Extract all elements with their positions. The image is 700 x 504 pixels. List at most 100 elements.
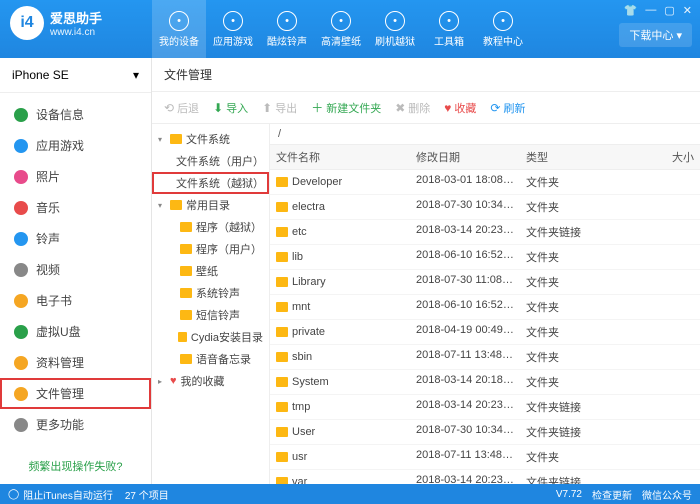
nav-item[interactable]: •应用游戏: [206, 0, 260, 58]
sidebar-item[interactable]: 文件管理: [0, 378, 151, 409]
folder-icon: [276, 177, 288, 187]
tree-item[interactable]: ▾文件系统: [152, 128, 269, 150]
table-row[interactable]: mnt2018-06-10 16:52:...文件夹: [270, 295, 700, 320]
check-update-button[interactable]: 检查更新: [592, 487, 632, 502]
plus-icon: ＋: [311, 99, 323, 116]
help-link[interactable]: 频繁出现操作失败?: [28, 461, 122, 473]
sidebar-item[interactable]: 资料管理: [0, 347, 151, 378]
tree-item[interactable]: 文件系统（越狱）: [152, 172, 269, 194]
file-name: etc: [292, 226, 307, 238]
table-row[interactable]: etc2018-03-14 20:23:...文件夹链接: [270, 220, 700, 245]
col-name[interactable]: 文件名称: [270, 145, 410, 169]
refresh-button[interactable]: ⟳刷新: [490, 100, 525, 116]
folder-icon: [170, 134, 182, 144]
folder-icon: [276, 477, 288, 484]
sidebar-icon: [14, 139, 28, 153]
sidebar-item[interactable]: 虚拟U盘: [0, 316, 151, 347]
tree-item[interactable]: 程序（用户）: [152, 238, 269, 260]
table-row[interactable]: usr2018-07-11 13:48:...文件夹: [270, 445, 700, 470]
device-selector[interactable]: iPhone SE ▾: [0, 58, 151, 93]
nav-item[interactable]: •刷机越狱: [368, 0, 422, 58]
table-row[interactable]: Developer2018-03-01 18:08:...文件夹: [270, 170, 700, 195]
file-date: 2018-07-30 11:08:...: [410, 270, 520, 294]
wechat-button[interactable]: 微信公众号: [642, 487, 692, 502]
tree-item[interactable]: 壁纸: [152, 260, 269, 282]
file-type: 文件夹链接: [520, 470, 640, 484]
sidebar-label: 文件管理: [36, 385, 84, 402]
maximize-button[interactable]: ▢: [664, 4, 674, 17]
tree-item[interactable]: Cydia安装目录: [152, 326, 269, 348]
tree-item[interactable]: 短信铃声: [152, 304, 269, 326]
file-size: [640, 170, 700, 194]
file-date: 2018-06-10 16:52:...: [410, 295, 520, 319]
file-date: 2018-06-10 16:52:...: [410, 245, 520, 269]
folder-icon: [276, 377, 288, 387]
tree-label: 我的收藏: [181, 373, 225, 389]
sidebar-item[interactable]: 视频: [0, 254, 151, 285]
tree-label: 文件系统（用户）: [176, 153, 264, 169]
chevron-down-icon: ▾: [133, 68, 139, 82]
import-button[interactable]: ⬇导入: [213, 100, 248, 116]
sidebar-item[interactable]: 设备信息: [0, 99, 151, 130]
file-type: 文件夹: [520, 370, 640, 394]
tree-label: 短信铃声: [196, 307, 240, 323]
tree-item[interactable]: 程序（越狱）: [152, 216, 269, 238]
col-date[interactable]: 修改日期: [410, 145, 520, 169]
table-row[interactable]: private2018-04-19 00:49:...文件夹: [270, 320, 700, 345]
nav-item[interactable]: •教程中心: [476, 0, 530, 58]
table-row[interactable]: sbin2018-07-11 13:48:...文件夹: [270, 345, 700, 370]
tree-item[interactable]: 系统铃声: [152, 282, 269, 304]
table-row[interactable]: User2018-07-30 10:34:...文件夹链接: [270, 420, 700, 445]
back-button[interactable]: ⟲后退: [164, 100, 199, 116]
col-type[interactable]: 类型: [520, 145, 640, 169]
sidebar-item[interactable]: 应用游戏: [0, 130, 151, 161]
tree-item[interactable]: 文件系统（用户）: [152, 150, 269, 172]
path-bar[interactable]: /: [270, 124, 700, 145]
minimize-button[interactable]: —: [645, 4, 656, 17]
sidebar-label: 铃声: [36, 230, 60, 247]
nav-icon: •: [385, 11, 405, 31]
sidebar-label: 资料管理: [36, 354, 84, 371]
delete-button[interactable]: ✖删除: [395, 100, 430, 116]
table-row[interactable]: var2018-03-14 20:23:...文件夹链接: [270, 470, 700, 484]
tree-label: 程序（越狱）: [196, 219, 262, 235]
tree-item[interactable]: ▸♥我的收藏: [152, 370, 269, 392]
favorite-button[interactable]: ♥收藏: [444, 100, 476, 116]
export-icon: ⬆: [262, 101, 272, 115]
back-icon: ⟲: [164, 101, 174, 115]
nav-item[interactable]: •酷炫铃声: [260, 0, 314, 58]
app-name: 爱思助手: [50, 8, 102, 27]
device-name: iPhone SE: [12, 68, 69, 82]
table-row[interactable]: lib2018-06-10 16:52:...文件夹: [270, 245, 700, 270]
sidebar-item[interactable]: 铃声: [0, 223, 151, 254]
sidebar-item[interactable]: 更多功能: [0, 409, 151, 440]
version-label: V7.72: [556, 487, 582, 502]
sidebar-item[interactable]: 音乐: [0, 192, 151, 223]
nav-item[interactable]: •工具箱: [422, 0, 476, 58]
theme-icon[interactable]: 👕: [624, 4, 638, 17]
window-controls: 👕 — ▢ ✕: [624, 4, 692, 17]
col-size[interactable]: 大小: [640, 145, 700, 169]
sidebar-item[interactable]: 电子书: [0, 285, 151, 316]
panel-title: 文件管理: [152, 58, 700, 92]
nav-item[interactable]: •高清壁纸: [314, 0, 368, 58]
tree-item[interactable]: ▾常用目录: [152, 194, 269, 216]
table-header: 文件名称 修改日期 类型 大小: [270, 145, 700, 170]
sidebar-label: 应用游戏: [36, 137, 84, 154]
tree-item[interactable]: 语音备忘录: [152, 348, 269, 370]
close-button[interactable]: ✕: [683, 4, 692, 17]
table-row[interactable]: tmp2018-03-14 20:23:...文件夹链接: [270, 395, 700, 420]
file-size: [640, 320, 700, 344]
itunes-block-toggle[interactable]: ◯阻止iTunes自动运行: [8, 487, 113, 502]
download-center-button[interactable]: 下载中心 ▾: [619, 23, 692, 47]
expand-icon: ▾: [158, 201, 166, 210]
table-row[interactable]: electra2018-07-30 10:34:...文件夹: [270, 195, 700, 220]
table-row[interactable]: System2018-03-14 20:18:...文件夹: [270, 370, 700, 395]
nav-label: 工具箱: [434, 33, 464, 48]
sidebar-item[interactable]: 照片: [0, 161, 151, 192]
table-row[interactable]: Library2018-07-30 11:08:...文件夹: [270, 270, 700, 295]
sidebar-icon: [14, 108, 28, 122]
export-button[interactable]: ⬆导出: [262, 100, 297, 116]
nav-item[interactable]: •我的设备: [152, 0, 206, 58]
new-folder-button[interactable]: ＋新建文件夹: [311, 99, 381, 116]
